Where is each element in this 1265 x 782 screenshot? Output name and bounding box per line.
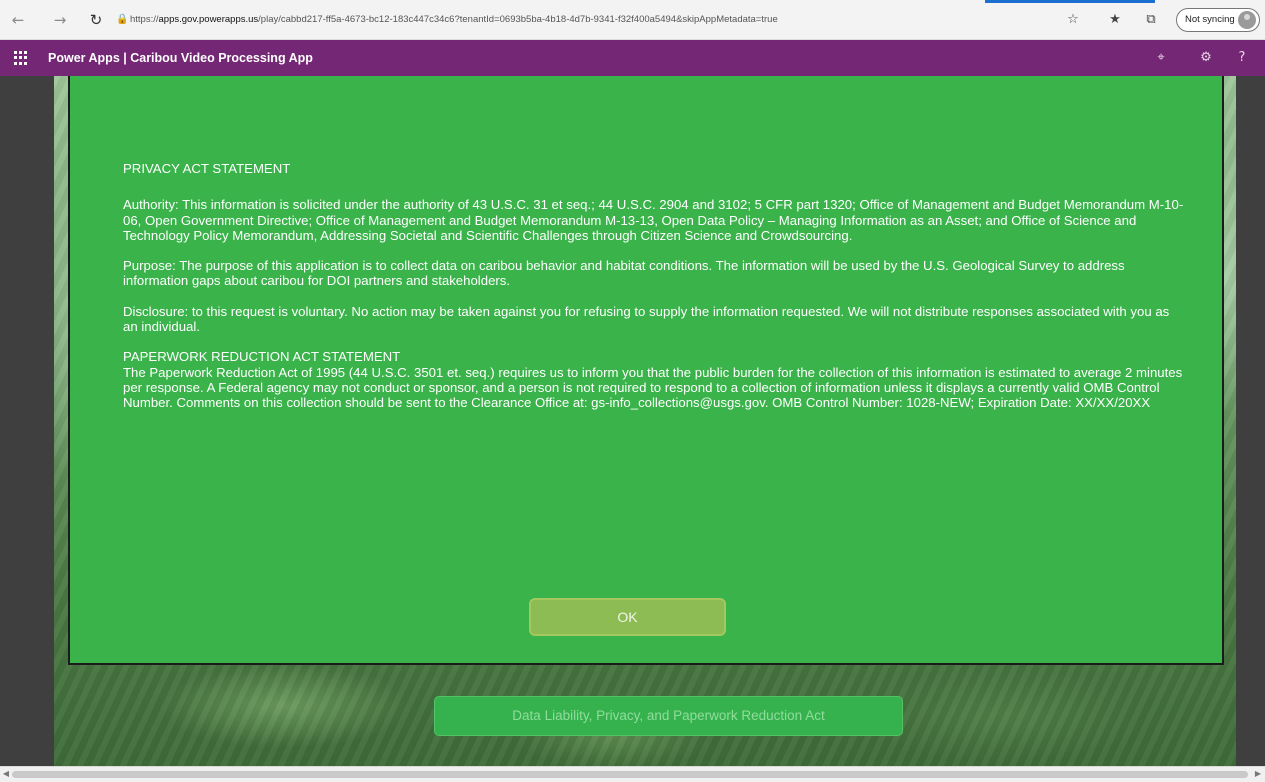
- power-apps-header: Power Apps | Caribou Video Processing Ap…: [0, 40, 1265, 76]
- sync-status-label: Not syncing: [1185, 14, 1235, 25]
- app-canvas: PRIVACY ACT STATEMENT Authority: This in…: [0, 76, 1265, 766]
- paperwork-paragraph: The Paperwork Reduction Act of 1995 (44 …: [123, 364, 1183, 411]
- disclosure-paragraph: Disclosure: to this request is voluntary…: [123, 303, 1170, 335]
- app-title: Power Apps | Caribou Video Processing Ap…: [48, 51, 313, 65]
- favorites-icon[interactable]: ★: [1105, 10, 1125, 30]
- back-arrow-icon[interactable]: ←: [8, 10, 28, 30]
- paperwork-section: PAPERWORK REDUCTION ACT STATEMENT The Pa…: [123, 349, 1187, 410]
- collections-icon[interactable]: ⧉: [1141, 10, 1161, 30]
- paperwork-heading: PAPERWORK REDUCTION ACT STATEMENT: [123, 349, 401, 365]
- scroll-right-icon[interactable]: ▶: [1253, 768, 1263, 780]
- profile-sync-button[interactable]: Not syncing: [1176, 8, 1260, 32]
- scroll-left-icon[interactable]: ◀: [1, 768, 11, 780]
- privacy-dialog: PRIVACY ACT STATEMENT Authority: This in…: [68, 76, 1224, 665]
- forward-arrow-icon[interactable]: →: [50, 10, 70, 30]
- purpose-paragraph: Purpose: The purpose of this application…: [123, 258, 1125, 289]
- help-icon[interactable]: ?: [1232, 48, 1252, 68]
- url-prefix: https://: [130, 14, 159, 25]
- privacy-info-button[interactable]: Data Liability, Privacy, and Paperwork R…: [434, 696, 903, 736]
- fit-to-screen-icon[interactable]: ⌖: [1151, 48, 1171, 68]
- lock-icon[interactable]: 🔒: [116, 9, 130, 31]
- url-host: apps.gov.powerapps.us: [158, 14, 259, 25]
- active-tab-indicator: [985, 0, 1155, 3]
- ok-button[interactable]: OK: [529, 598, 726, 636]
- authority-paragraph: Authority: This information is solicited…: [123, 197, 1184, 243]
- browser-toolbar: ← → ↻ 🔒 https://apps.gov.powerapps.us/pla…: [0, 0, 1265, 40]
- settings-icon[interactable]: ⚙: [1196, 48, 1216, 68]
- address-bar[interactable]: 🔒 https://apps.gov.powerapps.us/play/cabb…: [116, 9, 936, 31]
- horizontal-scrollbar[interactable]: ◀ ▶: [0, 766, 1265, 782]
- add-favorite-icon[interactable]: ☆: [1063, 10, 1083, 30]
- waffle-icon[interactable]: [14, 51, 28, 65]
- scrollbar-thumb[interactable]: [12, 771, 1248, 778]
- privacy-act-heading: PRIVACY ACT STATEMENT: [123, 161, 291, 176]
- refresh-icon[interactable]: ↻: [86, 10, 106, 30]
- privacy-statement-text: PRIVACY ACT STATEMENT Authority: This in…: [123, 161, 1187, 411]
- profile-avatar-icon: [1238, 11, 1256, 29]
- url-path: /play/cabbd217-ff5a-4673-bc12-183c447c34…: [258, 14, 778, 25]
